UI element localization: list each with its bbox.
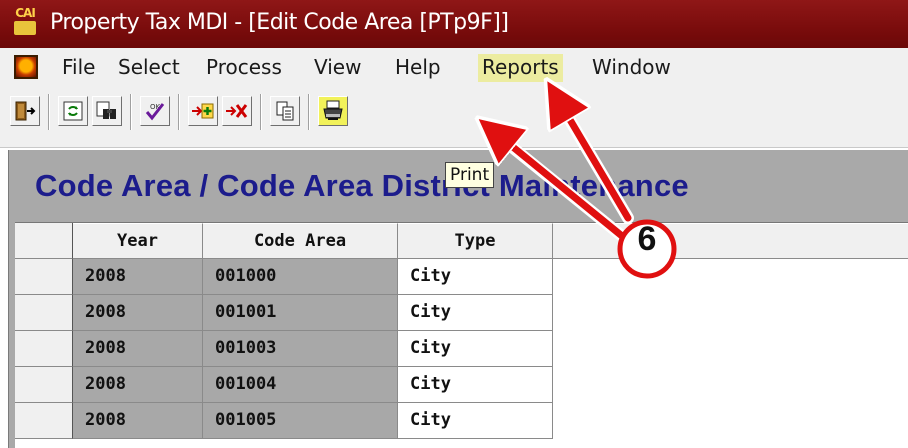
add-record-icon — [192, 103, 214, 119]
app-logo-text: CAI — [15, 6, 36, 20]
cell-year[interactable]: 2008 — [73, 367, 203, 403]
menu-process[interactable]: Process — [206, 54, 282, 82]
delete-record-button[interactable] — [222, 96, 252, 126]
grid-corner-cell[interactable] — [15, 223, 73, 259]
step-number: 6 — [637, 220, 657, 258]
cell-year[interactable]: 2008 — [73, 403, 203, 439]
menu-help[interactable]: Help — [395, 54, 441, 82]
cell-type[interactable]: City — [398, 295, 553, 331]
add-record-button[interactable] — [188, 96, 218, 126]
title-bar[interactable]: CAI Property Tax MDI - [Edit Code Area [… — [0, 0, 908, 48]
row-selector[interactable] — [15, 259, 73, 295]
copy-button[interactable] — [270, 96, 300, 126]
refresh-icon — [63, 101, 83, 121]
print-tooltip: Print — [445, 162, 495, 188]
row-selector[interactable] — [15, 331, 73, 367]
code-area-grid: Year Code Area Type 2008 001000 City 200… — [15, 222, 908, 448]
cell-code-area[interactable]: 001000 — [203, 259, 398, 295]
menu-view[interactable]: View — [314, 54, 361, 82]
ok-check-icon: OK — [145, 103, 165, 121]
document-menu-icon[interactable] — [14, 55, 38, 79]
form-panel: Code Area / Code Area District Maintenan… — [8, 150, 908, 448]
cell-code-area[interactable]: 001003 — [203, 331, 398, 367]
refresh-button[interactable] — [58, 96, 88, 126]
cell-year[interactable]: 2008 — [73, 331, 203, 367]
column-header-code-area[interactable]: Code Area — [203, 223, 398, 259]
column-header-year[interactable]: Year — [73, 223, 203, 259]
column-header-type[interactable]: Type — [398, 223, 553, 259]
cell-type[interactable]: City — [398, 367, 553, 403]
ok-button[interactable]: OK — [140, 96, 170, 126]
toolbar-separator — [308, 94, 310, 130]
app-logo-icon: CAI — [10, 6, 40, 38]
find-binoculars-icon — [96, 101, 116, 119]
toolbar-separator — [48, 94, 50, 130]
cell-code-area[interactable]: 001001 — [203, 295, 398, 331]
menu-file[interactable]: File — [62, 54, 95, 82]
column-header-filler — [553, 223, 908, 259]
delete-record-icon — [226, 104, 248, 118]
print-button[interactable] — [318, 96, 348, 126]
copy-icon — [276, 101, 294, 121]
menu-bar: File Select Process View Help Reports Wi… — [0, 48, 908, 86]
toolbar-separator — [178, 94, 180, 130]
printer-icon — [323, 100, 343, 120]
exit-button[interactable] — [10, 96, 40, 126]
menu-reports[interactable]: Reports — [478, 54, 563, 82]
toolbar-separator — [260, 94, 262, 130]
cell-type[interactable]: City — [398, 403, 553, 439]
window-title: Property Tax MDI - [Edit Code Area [PTp9… — [50, 10, 509, 35]
cell-type[interactable]: City — [398, 331, 553, 367]
toolbar: OK — [0, 86, 908, 148]
app-window: CAI Property Tax MDI - [Edit Code Area [… — [0, 0, 908, 448]
row-selector[interactable] — [15, 295, 73, 331]
menu-window[interactable]: Window — [592, 54, 671, 82]
cell-code-area[interactable]: 001005 — [203, 403, 398, 439]
page-title: Code Area / Code Area District Maintenan… — [35, 168, 689, 203]
cell-type[interactable]: City — [398, 259, 553, 295]
cell-year[interactable]: 2008 — [73, 259, 203, 295]
row-selector[interactable] — [15, 367, 73, 403]
toolbar-separator — [130, 94, 132, 130]
cell-code-area[interactable]: 001004 — [203, 367, 398, 403]
row-selector[interactable] — [15, 403, 73, 439]
menu-select[interactable]: Select — [118, 54, 180, 82]
find-button[interactable] — [92, 96, 122, 126]
exit-door-icon — [15, 101, 36, 121]
cell-year[interactable]: 2008 — [73, 295, 203, 331]
